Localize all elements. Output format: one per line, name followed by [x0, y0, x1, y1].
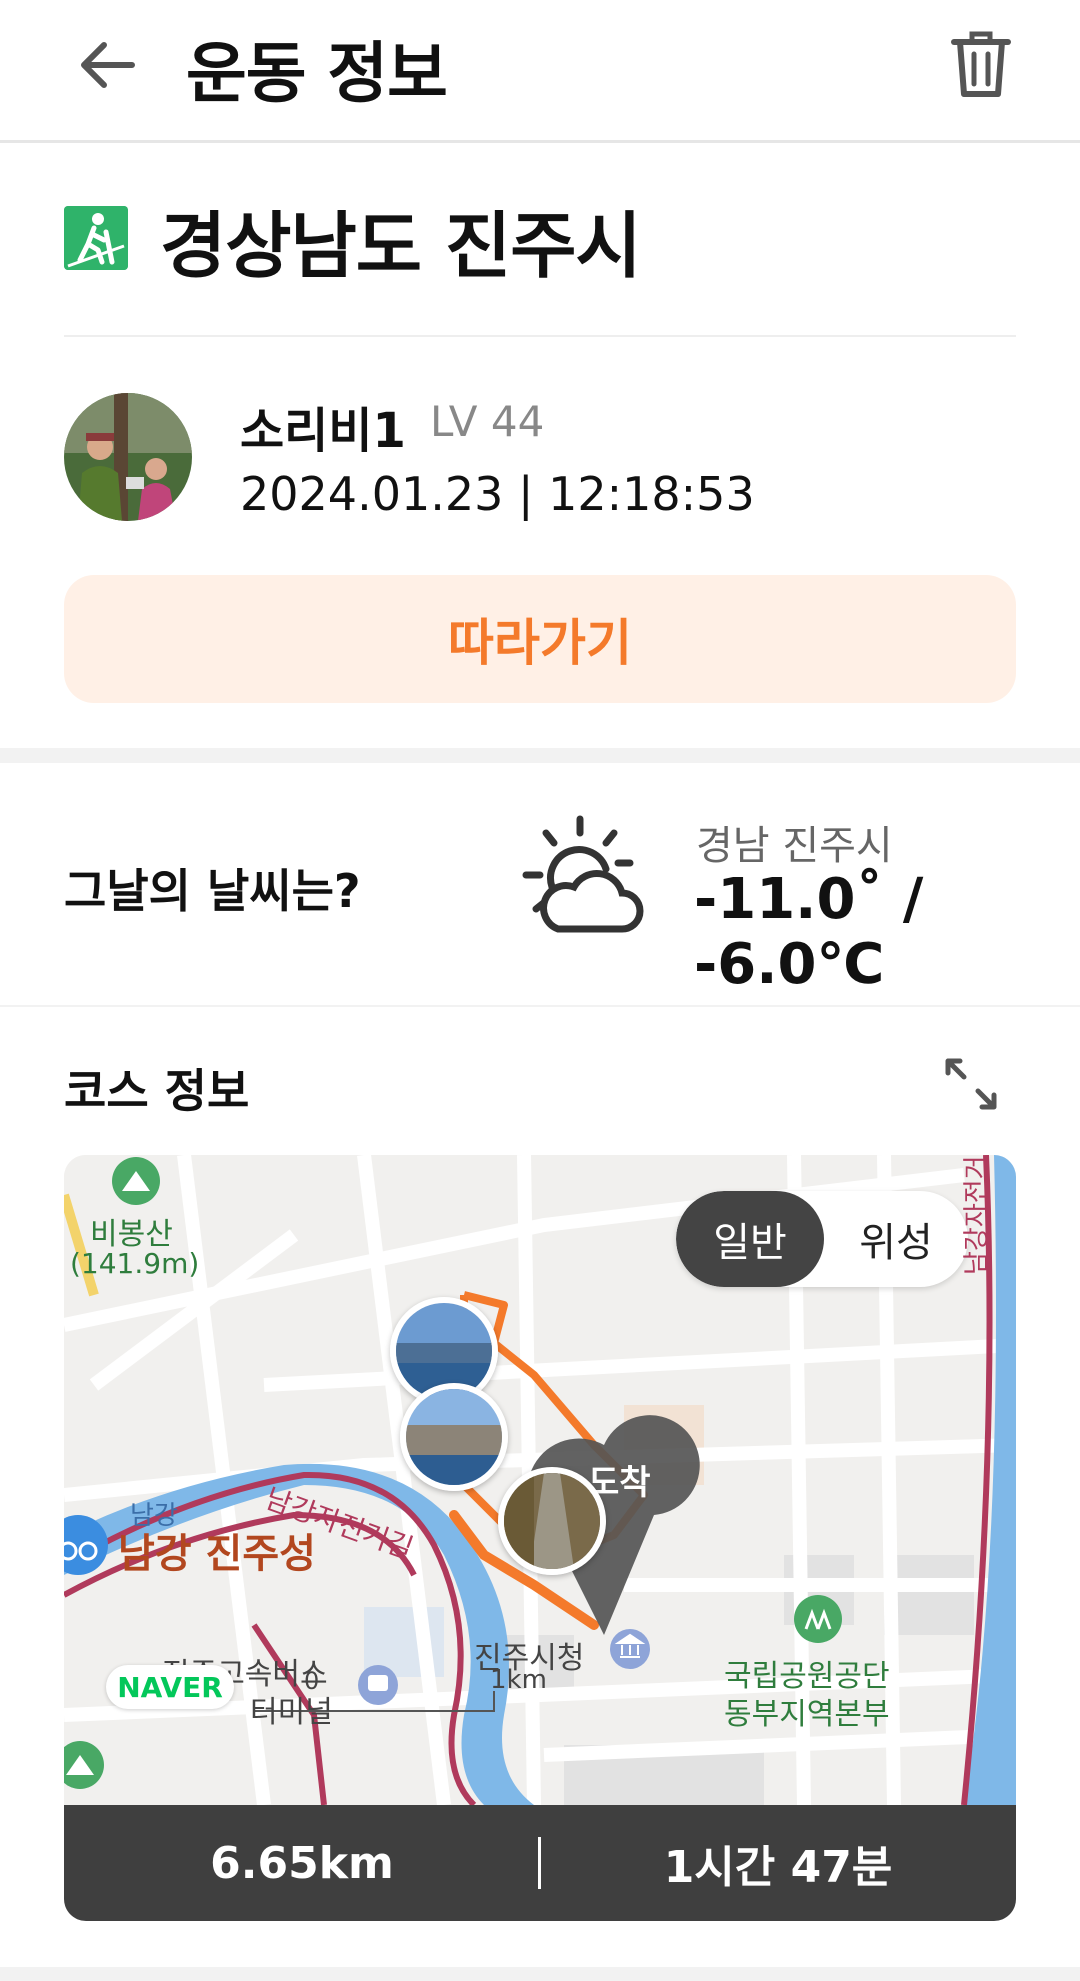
weather-card: 그날의 날씨는? 경남 진주시 -11.0˚ / -6.0℃ — [0, 763, 1080, 1005]
map-label-bus-terminal-2: 터미널 — [250, 1695, 333, 1730]
map-scale-km: 1km — [490, 1665, 547, 1695]
course-map[interactable]: 일반 위성 비봉산 (141.9m) 남강 남강 진주성 남강자전거길 남강자전… — [64, 1155, 1016, 1805]
avatar[interactable] — [64, 393, 192, 521]
expand-icon[interactable] — [942, 1055, 1000, 1113]
user-name: 소리비1 — [240, 403, 406, 459]
map-satellite-tab[interactable]: 위성 — [824, 1191, 968, 1287]
divider — [64, 335, 1016, 337]
map-normal-tab[interactable]: 일반 — [676, 1191, 824, 1287]
map-scale-zero: 0 — [304, 1667, 320, 1695]
follow-button[interactable]: 따라가기 — [64, 575, 1016, 703]
weather-temperature: -11.0˚ / -6.0℃ — [694, 867, 924, 997]
map-label-bike-path-right: 남강자전거 — [962, 1155, 992, 1275]
course-stats-bar: 6.65km 1시간 47분 — [64, 1805, 1016, 1921]
activity-card: 경상남도 진주시 소리비1 LV 44 2024.01.23 | 12:18:5… — [0, 143, 1080, 748]
course-card: 코스 정보 일반 위성 비봉산 (141.9m) 남강 남강 진주성 남강자전거… — [0, 1007, 1080, 1967]
course-photo-3[interactable] — [498, 1467, 606, 1575]
hiking-icon — [64, 206, 128, 270]
naver-logo[interactable]: NAVER — [106, 1665, 234, 1709]
weather-question: 그날의 날씨는? — [64, 864, 361, 918]
back-arrow-icon[interactable] — [72, 30, 142, 100]
map-label-mountain-height: (141.9m) — [70, 1247, 200, 1280]
user-level: LV 44 — [430, 397, 545, 446]
activity-location: 경상남도 진주시 — [160, 204, 642, 288]
course-distance: 6.65km — [210, 1837, 394, 1889]
partly-cloudy-icon — [522, 815, 644, 933]
map-type-toggle[interactable]: 일반 위성 — [676, 1191, 968, 1287]
activity-datetime: 2024.01.23 | 12:18:53 — [240, 467, 755, 521]
trash-icon[interactable] — [950, 28, 1012, 100]
course-duration: 1시간 47분 — [663, 1842, 893, 1893]
map-label-fortress: 남강 진주성 — [118, 1531, 316, 1577]
page-title: 운동 정보 — [186, 35, 448, 112]
top-bar: 운동 정보 — [0, 0, 1080, 143]
course-title: 코스 정보 — [64, 1064, 250, 1118]
map-label-park-office-2: 동부지역본부 — [724, 1697, 890, 1732]
weather-location: 경남 진주시 — [696, 823, 893, 869]
course-photo-2[interactable] — [400, 1383, 508, 1491]
